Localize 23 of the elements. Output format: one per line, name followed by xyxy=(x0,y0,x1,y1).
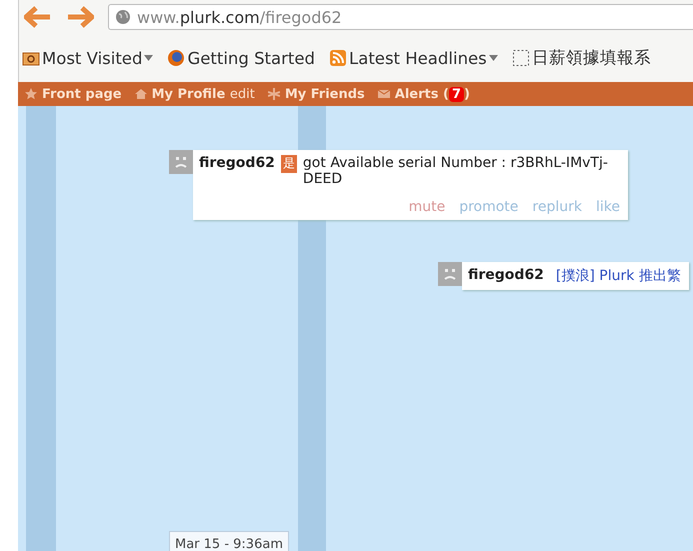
star-icon xyxy=(25,88,37,100)
nav-link[interactable]: Alerts ( 7 ) xyxy=(378,86,470,102)
mail-icon xyxy=(378,89,390,99)
back-icon[interactable] xyxy=(24,6,52,28)
bookmark-item[interactable]: Getting Started xyxy=(167,48,316,68)
page-icon xyxy=(512,49,530,67)
bookmark-item[interactable]: 日薪領據填報系 xyxy=(512,47,651,69)
plurk-text: got Available serial Number : r3BRhL-IMvTj-DEED xyxy=(302,155,609,187)
username[interactable]: firegod62 xyxy=(468,267,544,285)
address-bar[interactable]: www.plurk.com/firegod62 xyxy=(108,4,693,30)
bookmark-item[interactable]: Latest Headlines xyxy=(329,48,498,68)
globe-icon xyxy=(115,9,131,25)
feed-icon xyxy=(329,49,348,67)
bookmark-item[interactable]: Most Visited xyxy=(22,48,154,68)
home-icon xyxy=(134,88,147,100)
asterisk-icon xyxy=(268,88,280,100)
plurk-link[interactable]: [撲浪] Plurk 推出繁 xyxy=(556,267,681,285)
forward-icon[interactable] xyxy=(66,6,94,28)
qualifier-tag: 是 xyxy=(280,155,297,173)
username[interactable]: firegod62 xyxy=(199,155,275,187)
browser-icon xyxy=(167,49,186,67)
folder-icon xyxy=(22,50,40,66)
timestamp: Mar 15 - 9:36am xyxy=(169,531,289,551)
